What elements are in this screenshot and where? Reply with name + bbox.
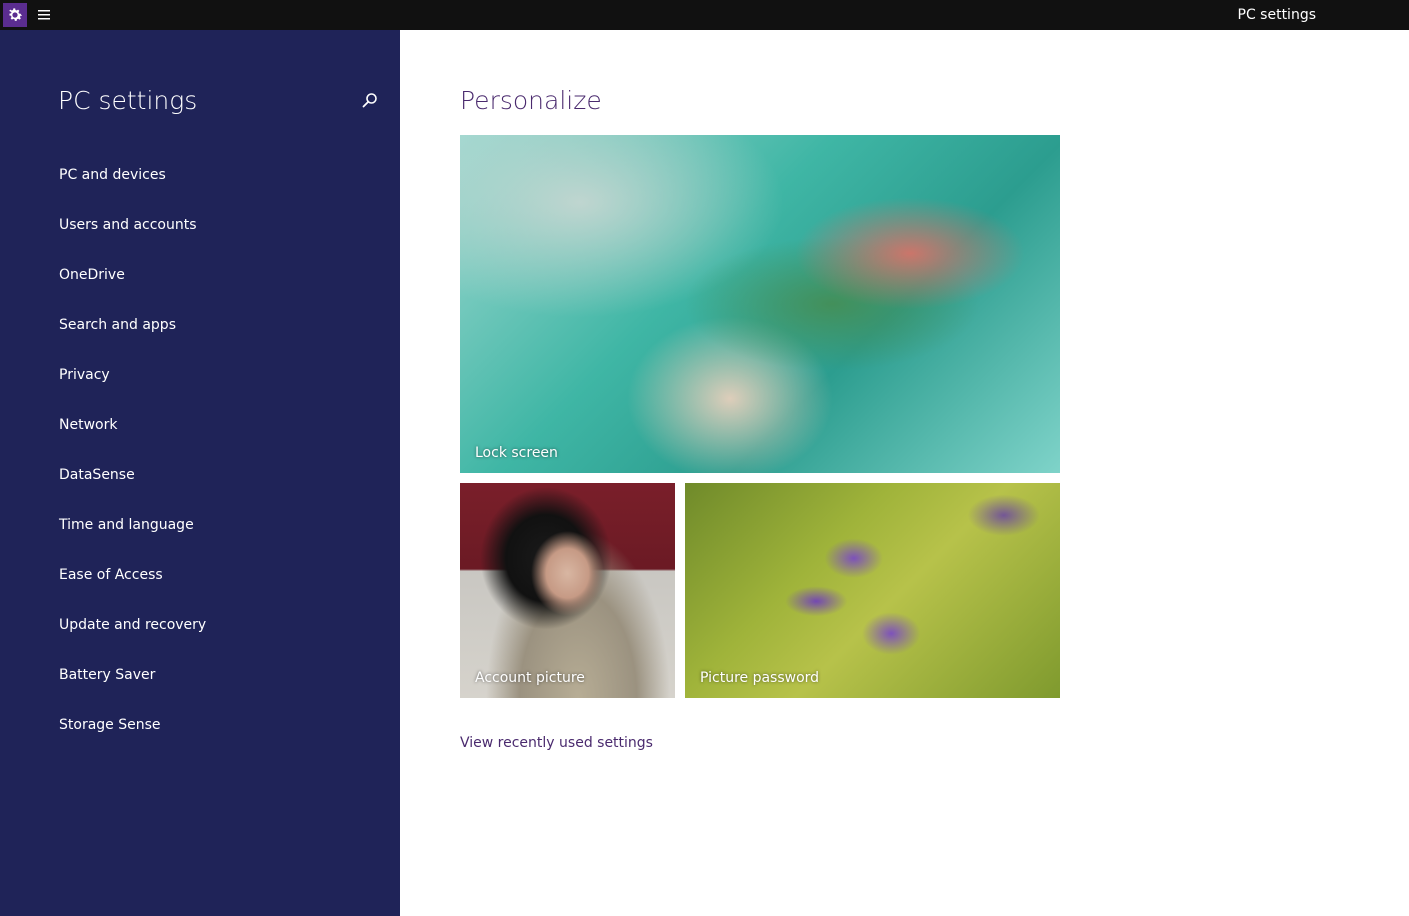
window-title: PC settings bbox=[1237, 7, 1317, 23]
hamburger-menu-icon[interactable] bbox=[36, 7, 52, 23]
picture-password-label: Picture password bbox=[700, 670, 820, 686]
sidebar-item-ease-of-access[interactable]: Ease of Access bbox=[59, 565, 379, 615]
sidebar-item-privacy[interactable]: Privacy bbox=[59, 365, 379, 415]
lock-screen-tile[interactable]: Lock screen bbox=[460, 135, 1060, 473]
sidebar-item-time-and-language[interactable]: Time and language bbox=[59, 515, 379, 565]
picture-password-tile[interactable]: Picture password bbox=[685, 483, 1060, 698]
lock-screen-label: Lock screen bbox=[475, 445, 558, 461]
sidebar-item-network[interactable]: Network bbox=[59, 415, 379, 465]
sidebar: PC settings PC and devices Users and acc… bbox=[0, 30, 400, 916]
account-picture-tile[interactable]: Account picture bbox=[460, 483, 675, 698]
sidebar-item-update-and-recovery[interactable]: Update and recovery bbox=[59, 615, 379, 665]
page-title: Personalize bbox=[460, 86, 602, 115]
sidebar-item-pc-and-devices[interactable]: PC and devices bbox=[59, 165, 379, 215]
account-picture-label: Account picture bbox=[475, 670, 585, 686]
view-recent-settings-link[interactable]: View recently used settings bbox=[460, 734, 653, 752]
sidebar-item-onedrive[interactable]: OneDrive bbox=[59, 265, 379, 315]
gear-icon[interactable] bbox=[3, 3, 27, 27]
sidebar-item-battery-saver[interactable]: Battery Saver bbox=[59, 665, 379, 715]
sidebar-nav: PC and devices Users and accounts OneDri… bbox=[59, 165, 379, 765]
sidebar-item-users-and-accounts[interactable]: Users and accounts bbox=[59, 215, 379, 265]
title-bar: PC settings bbox=[0, 0, 1409, 30]
search-icon[interactable] bbox=[360, 90, 380, 110]
sidebar-item-search-and-apps[interactable]: Search and apps bbox=[59, 315, 379, 365]
sidebar-item-datasense[interactable]: DataSense bbox=[59, 465, 379, 515]
sidebar-title: PC settings bbox=[58, 86, 198, 115]
sidebar-item-storage-sense[interactable]: Storage Sense bbox=[59, 715, 379, 765]
main-content: Personalize Lock screen Account picture … bbox=[400, 30, 1409, 916]
